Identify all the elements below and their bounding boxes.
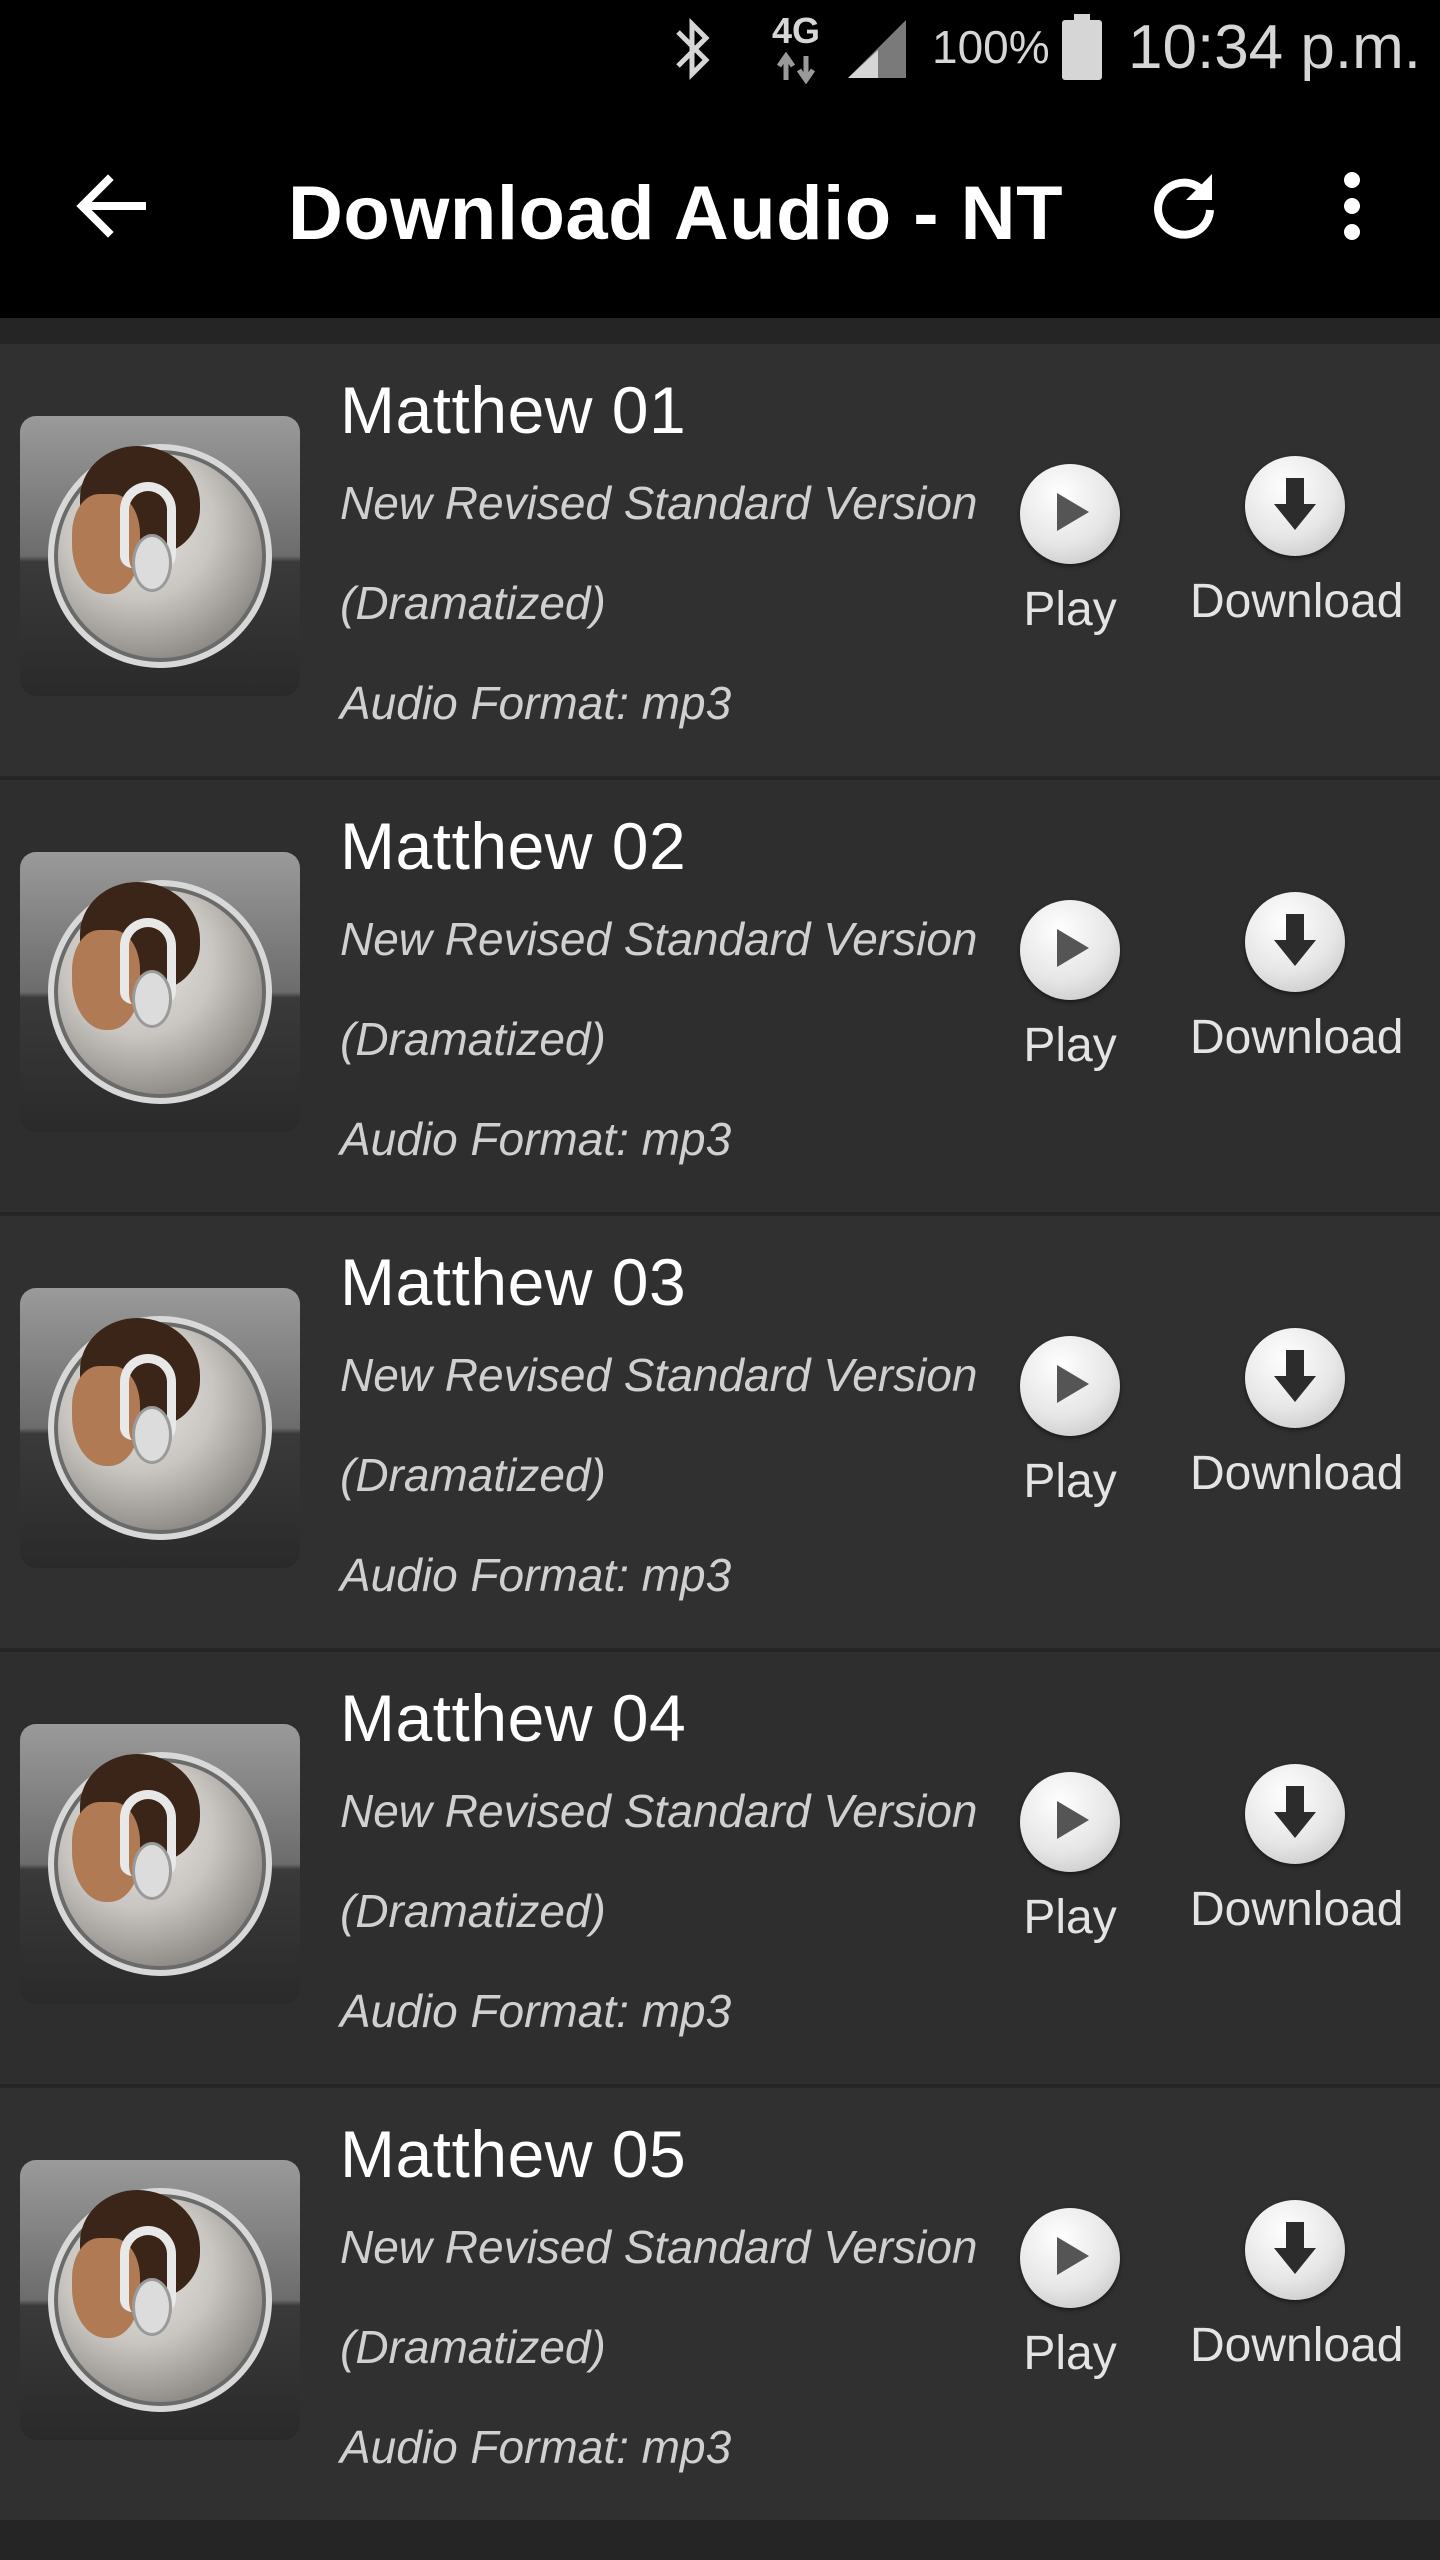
play-label: Play (1023, 1019, 1117, 1072)
signal-icon (844, 18, 910, 87)
audio-thumbnail (20, 2160, 300, 2440)
item-format: Audio Format: mp3 (340, 1985, 732, 2037)
play-label: Play (1023, 1455, 1117, 1508)
item-edition: (Dramatized) (340, 1449, 606, 1501)
refresh-icon (1148, 170, 1220, 247)
status-bar: 4G 100% 10:34 p.m. (0, 0, 1440, 100)
back-arrow-icon (76, 173, 148, 243)
download-button[interactable]: Download (1190, 2200, 1404, 2373)
item-title: Matthew 01 (340, 373, 687, 447)
audio-thumbnail (20, 1724, 300, 2004)
download-button[interactable]: Download (1190, 892, 1404, 1065)
item-format: Audio Format: mp3 (340, 677, 732, 729)
item-version: New Revised Standard Version (340, 1349, 978, 1401)
audio-thumbnail (20, 1288, 300, 1568)
item-version: New Revised Standard Version (340, 477, 978, 529)
download-button[interactable]: Download (1190, 1764, 1404, 1937)
audio-list: Matthew 01 New Revised Standard Version … (0, 318, 1440, 2560)
list-item: Matthew 03 New Revised Standard Version … (0, 1216, 1440, 1648)
download-arrow-icon (1270, 2220, 1320, 2281)
download-label: Download (1190, 575, 1404, 628)
audio-thumbnail (20, 852, 300, 1132)
item-format: Audio Format: mp3 (340, 2421, 732, 2473)
play-icon (1045, 487, 1095, 542)
item-edition: (Dramatized) (340, 2321, 606, 2373)
play-button[interactable]: Play (1000, 1772, 1140, 1945)
battery-percent: 100% (932, 21, 1050, 73)
play-label: Play (1023, 583, 1117, 636)
list-item: Matthew 04 New Revised Standard Version … (0, 1652, 1440, 2084)
item-title: Matthew 03 (340, 1245, 687, 1319)
download-button[interactable]: Download (1190, 456, 1404, 629)
item-title: Matthew 04 (340, 1681, 687, 1755)
page-title: Download Audio - NT (288, 171, 1063, 256)
play-button[interactable]: Play (1000, 2208, 1140, 2381)
audio-thumbnail (20, 416, 300, 696)
item-version: New Revised Standard Version (340, 1785, 978, 1837)
play-icon (1045, 2231, 1095, 2286)
download-label: Download (1190, 2319, 1404, 2372)
play-icon (1045, 1795, 1095, 1850)
item-format: Audio Format: mp3 (340, 1113, 732, 1165)
item-edition: (Dramatized) (340, 1885, 606, 1937)
play-label: Play (1023, 2327, 1117, 2380)
network-4g-icon: 4G (770, 8, 826, 88)
item-title: Matthew 02 (340, 809, 687, 883)
item-format: Audio Format: mp3 (340, 1549, 732, 1601)
refresh-button[interactable] (1124, 148, 1244, 268)
battery-icon (1060, 14, 1104, 85)
item-edition: (Dramatized) (340, 577, 606, 629)
play-icon (1045, 923, 1095, 978)
download-arrow-icon (1270, 1348, 1320, 1409)
audio-rows: Matthew 01 New Revised Standard Version … (0, 318, 1440, 2560)
play-icon (1045, 1359, 1095, 1414)
download-arrow-icon (1270, 476, 1320, 537)
play-button[interactable]: Play (1000, 900, 1140, 1073)
list-item: Matthew 05 New Revised Standard Version … (0, 2088, 1440, 2520)
download-label: Download (1190, 1883, 1404, 1936)
list-item: Matthew 01 New Revised Standard Version … (0, 344, 1440, 776)
play-button[interactable]: Play (1000, 1336, 1140, 1509)
list-item: Matthew 02 New Revised Standard Version … (0, 780, 1440, 1212)
download-arrow-icon (1270, 1784, 1320, 1845)
play-label: Play (1023, 1891, 1117, 1944)
status-time: 10:34 p.m. (1128, 13, 1421, 82)
item-edition: (Dramatized) (340, 1013, 606, 1065)
item-version: New Revised Standard Version (340, 2221, 978, 2273)
play-button[interactable]: Play (1000, 464, 1140, 637)
app-bar: Download Audio - NT (0, 100, 1440, 318)
item-version: New Revised Standard Version (340, 913, 978, 965)
download-button[interactable]: Download (1190, 1328, 1404, 1501)
more-options-button[interactable] (1292, 148, 1412, 268)
back-button[interactable] (52, 148, 172, 268)
item-title: Matthew 05 (340, 2117, 687, 2191)
download-label: Download (1190, 1447, 1404, 1500)
download-label: Download (1190, 1011, 1404, 1064)
download-arrow-icon (1270, 912, 1320, 973)
bluetooth-icon (668, 14, 718, 89)
more-vert-icon (1340, 170, 1364, 247)
